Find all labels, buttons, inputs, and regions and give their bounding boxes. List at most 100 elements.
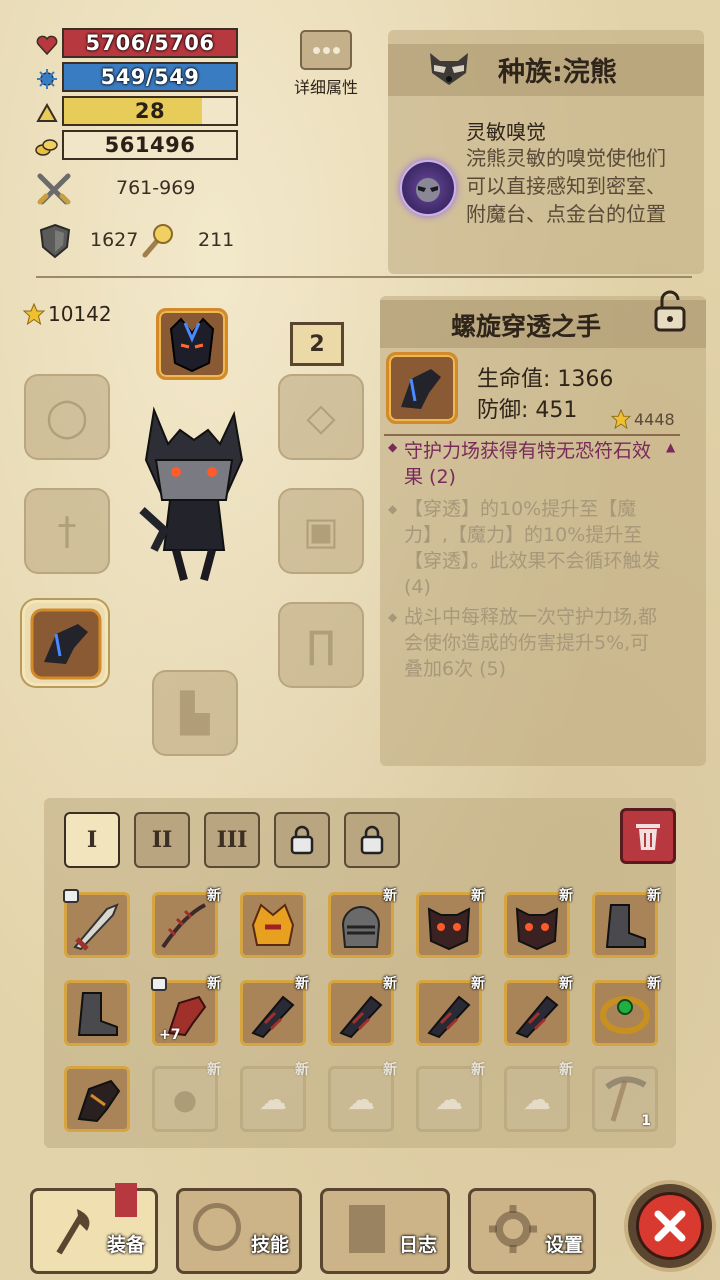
nav-equip-button[interactable]: 装备 [30, 1183, 158, 1274]
raccoon-icon [424, 46, 474, 92]
ring-icon: ◯ [45, 395, 89, 439]
fur-icon: ☁ [347, 1082, 375, 1116]
star-icon [22, 302, 46, 326]
inventory-item-demon-mask[interactable]: 新 [504, 888, 573, 958]
ring-slot[interactable]: ◯ [24, 374, 110, 460]
armor-slot[interactable]: ▣ [278, 488, 364, 574]
inventory-item-placeholder[interactable]: 新 ☁ [240, 1062, 309, 1132]
level-badge[interactable]: 2 [290, 322, 344, 366]
inventory-item-gold-helm[interactable] [240, 892, 306, 958]
bullet-icon: ◆ [388, 502, 398, 516]
detail-attributes-label[interactable]: 详细属性 [286, 74, 366, 98]
log-icon [349, 1205, 385, 1253]
hp-value: 5706/5706 [85, 31, 215, 55]
inventory-item-red-gauntlet[interactable]: 新 +7 [151, 976, 221, 1046]
lock-icon [290, 825, 314, 855]
gold-icon [34, 134, 60, 160]
equipped-helm-slot[interactable] [156, 308, 228, 380]
item-name: 螺旋穿透之手 [451, 312, 602, 341]
enhance-label: +7 [159, 1027, 181, 1043]
race-skill-name: 灵敏嗅觉 [466, 120, 546, 144]
inventory-item-spiked-bracer[interactable]: 新 [504, 976, 573, 1046]
gear-icon [489, 1205, 537, 1253]
collapse-icon[interactable]: ▲ [666, 440, 675, 454]
attack-value: 761-969 [116, 177, 196, 199]
inventory-item-whip[interactable]: 新 [152, 888, 221, 958]
tab-page-1[interactable]: I [64, 812, 120, 868]
inventory-item-boots[interactable]: 新 [592, 888, 661, 958]
new-badge: 新 [559, 976, 573, 992]
close-button[interactable] [624, 1180, 716, 1272]
unlock-icon[interactable] [648, 290, 692, 334]
inventory-item-demon-mask[interactable]: 新 [416, 888, 485, 958]
tab-locked-4[interactable] [274, 812, 330, 868]
nav-log-button[interactable]: 日志 [320, 1188, 450, 1274]
nav-skills-button[interactable]: 技能 [176, 1188, 302, 1274]
inventory-item-placeholder[interactable]: 新 ☁ [504, 1062, 573, 1132]
gold-bar: 561496 [62, 130, 238, 160]
amulet-slot[interactable]: ◇ [278, 374, 364, 460]
inventory-item-emerald-circlet[interactable]: 新 [592, 976, 661, 1046]
race-skill-desc: 浣熊灵敏的嗅觉使他们可以直接感知到密室、附魔台、点金台的位置 [466, 146, 666, 226]
level-icon [34, 100, 60, 126]
hp-bar: 5706/5706 [62, 28, 238, 58]
close-icon [636, 1192, 704, 1260]
nav-settings-button[interactable]: 设置 [468, 1188, 596, 1274]
new-badge: 新 [383, 976, 397, 992]
pants-icon: ∏ [306, 623, 336, 667]
rock-icon: ● [172, 1082, 198, 1116]
luck-value: 211 [198, 229, 235, 251]
new-badge: 新 [647, 888, 661, 904]
tab-locked-5[interactable] [344, 812, 400, 868]
mana-icon [34, 66, 60, 92]
new-badge: 新 [207, 888, 221, 904]
character-portrait [124, 400, 264, 590]
tab-page-3[interactable]: III [204, 812, 260, 868]
item-effect-main: 守护力场获得有特无恐符石效果 (2) [404, 440, 652, 488]
heart-icon [34, 32, 60, 58]
axe-icon [56, 1209, 90, 1255]
boots-icon: ▙ [180, 691, 210, 735]
lock-icon [63, 889, 79, 903]
item-effect-1: 【穿透】的10%提升至【魔力】,【魔力】的10%提升至【穿透】。此效果不会循环触… [404, 498, 661, 598]
item-hp: 生命值: 1366 [477, 367, 614, 392]
weapon-slot[interactable]: † [24, 488, 110, 574]
sword-icon: † [57, 509, 77, 553]
crossed-swords-icon [34, 170, 74, 210]
item-count: 1 [641, 1113, 651, 1129]
tab-page-2[interactable]: II [134, 812, 190, 868]
new-badge: 新 [647, 976, 661, 992]
item-score: 4448 [634, 410, 675, 429]
inventory-item-pickaxe[interactable]: 1 [592, 1066, 658, 1132]
pants-slot[interactable]: ∏ [278, 602, 364, 688]
race-title: 种族:浣熊 [498, 57, 617, 88]
lock-icon [151, 977, 167, 991]
luck-icon [138, 220, 178, 260]
gloves-slot[interactable] [22, 600, 108, 686]
trash-button[interactable] [620, 808, 676, 864]
gold-value: 561496 [104, 133, 196, 157]
level-bar: 28 [62, 96, 238, 126]
race-skill-icon[interactable] [400, 160, 456, 216]
inventory-item-dark-gauntlet[interactable] [64, 1066, 130, 1132]
defense-value: 1627 [90, 229, 139, 251]
new-badge: 新 [207, 976, 221, 992]
inventory-item-boots[interactable] [64, 980, 130, 1046]
item-defense: 防御: 451 [477, 398, 578, 423]
bullet-icon: ◆ [388, 610, 398, 624]
boots-slot[interactable]: ▙ [152, 670, 238, 756]
inventory-item-spiked-bracer[interactable]: 新 [328, 976, 397, 1046]
fur-icon: ☁ [435, 1082, 463, 1116]
inventory-item-spiked-bracer[interactable]: 新 [416, 976, 485, 1046]
inventory-item-placeholder[interactable]: 新 ● [152, 1062, 221, 1132]
inventory-item-placeholder[interactable]: 新 ☁ [328, 1062, 397, 1132]
detail-attributes-button[interactable] [300, 30, 352, 70]
inventory-item-placeholder[interactable]: 新 ☁ [416, 1062, 485, 1132]
inventory-item-sword[interactable] [63, 889, 130, 958]
nav-settings-label: 设置 [544, 1234, 583, 1256]
dot-icon [312, 46, 320, 54]
amulet-icon: ◇ [306, 395, 336, 439]
inventory-item-spiked-bracer[interactable]: 新 [240, 976, 309, 1046]
lock-icon [360, 825, 384, 855]
inventory-item-knight-helm[interactable]: 新 [328, 888, 397, 958]
